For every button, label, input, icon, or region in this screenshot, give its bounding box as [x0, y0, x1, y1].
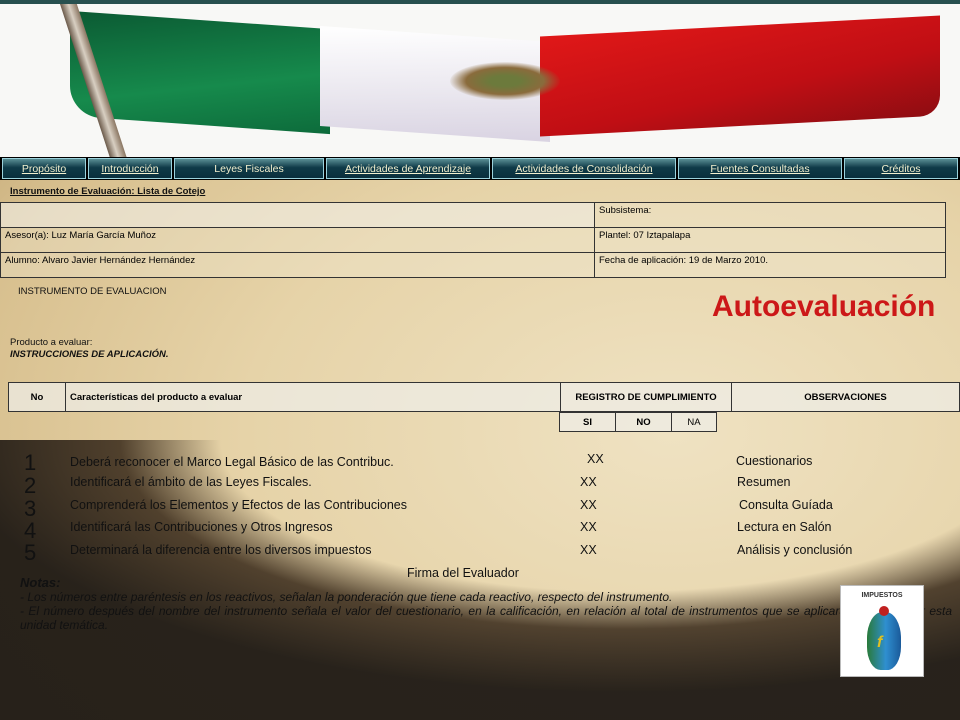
row-mark: XX [580, 498, 597, 512]
alumno-cell: Alumno: Alvaro Javier Hernández Hernánde… [0, 252, 595, 278]
nav-introduccion[interactable]: Introducción [88, 158, 172, 179]
nav-leyes-fiscales[interactable]: Leyes Fiscales [174, 158, 324, 179]
row-observation: Cuestionarios [736, 454, 813, 468]
nav-proposito[interactable]: Propósito [2, 158, 86, 179]
nav-actividades-aprendizaje[interactable]: Actividades de Aprendizaje [326, 158, 490, 179]
row-text: Deberá reconocer el Marco Legal Básico d… [70, 455, 394, 469]
row-observation: Lectura en Salón [737, 520, 832, 534]
registro-subheader: SI NO NA [559, 412, 717, 432]
col-caracteristicas: Características del producto a evaluar [65, 382, 561, 412]
col-registro: REGISTRO DE CUMPLIMIENTO [560, 382, 732, 412]
row-mark: XX [580, 475, 597, 489]
col-na: NA [671, 412, 717, 432]
flag-red-stripe [540, 15, 940, 137]
impuestos-badge: IMPUESTOS f [840, 585, 924, 677]
info-blank-cell [0, 202, 595, 228]
producto-label: Producto a evaluar: [10, 337, 93, 348]
notes-title: Notas: [20, 575, 61, 590]
flag-banner [0, 0, 960, 159]
notes-line-2: - El número después del nombre del instr… [20, 604, 952, 632]
row-text: Determinará la diferencia entre los dive… [70, 543, 372, 557]
info-table: Subsistema: Asesor(a): Luz María García … [0, 202, 946, 278]
row-text: Identificará las Contribuciones y Otros … [70, 520, 333, 534]
badge-label: IMPUESTOS [861, 592, 903, 599]
fecha-cell: Fecha de aplicación: 19 de Marzo 2010. [594, 252, 946, 278]
notes-section: Notas: - Los números entre paréntesis en… [20, 575, 952, 633]
money-bag-icon [867, 612, 901, 670]
badge-letter: f [877, 634, 883, 651]
instrument-title: Instrumento de Evaluación: Lista de Cote… [10, 186, 206, 197]
notes-line-1: - Los números entre paréntesis en los re… [20, 590, 673, 604]
nav-actividades-consolidacion[interactable]: Actividades de Consolidación [492, 158, 676, 179]
row-observation: Consulta Guíada [739, 498, 833, 512]
row-mark: XX [587, 452, 604, 466]
row-observation: Resumen [737, 475, 791, 489]
instrumento-label: INSTRUMENTO DE EVALUACION [18, 286, 167, 297]
plantel-cell: Plantel: 07 Iztapalapa [594, 227, 946, 253]
criteria-table-header: No Características del producto a evalua… [8, 382, 960, 412]
nav-creditos[interactable]: Créditos [844, 158, 958, 179]
row-mark: XX [580, 520, 597, 534]
flag-emblem-icon [450, 62, 560, 100]
col-no-cumple: NO [615, 412, 672, 432]
nav-bar: Propósito Introducción Leyes Fiscales Ac… [0, 157, 960, 180]
subsistema-cell: Subsistema: [594, 202, 946, 228]
row-mark: XX [580, 543, 597, 557]
row-number: 5 [24, 540, 37, 565]
nav-fuentes-consultadas[interactable]: Fuentes Consultadas [678, 158, 842, 179]
row-text: Comprenderá los Elementos y Efectos de l… [70, 498, 407, 512]
instrucciones-label: INSTRUCCIONES DE APLICACIÓN. [10, 349, 169, 360]
autoevaluacion-title: Autoevaluación [712, 290, 936, 323]
bag-tie-icon [879, 606, 889, 616]
row-observation: Análisis y conclusión [737, 543, 853, 557]
row-text: Identificará el ámbito de las Leyes Fisc… [70, 475, 312, 489]
col-observaciones: OBSERVACIONES [731, 382, 960, 412]
col-no: No [8, 382, 66, 412]
col-si: SI [559, 412, 616, 432]
asesor-cell: Asesor(a): Luz María García Muñoz [0, 227, 595, 253]
